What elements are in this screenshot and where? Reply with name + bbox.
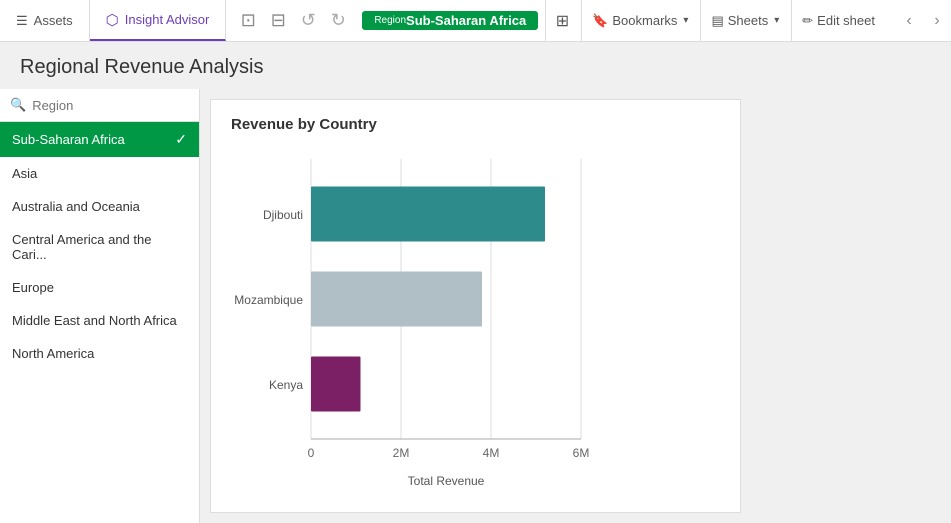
filter-label: Region — [374, 15, 406, 26]
region-item[interactable]: Middle East and North Africa — [0, 304, 199, 337]
region-item-label: Central America and the Cari... — [12, 232, 187, 262]
sheets-chevron-icon: ▾ — [774, 15, 779, 26]
region-item[interactable]: Europe — [0, 271, 199, 304]
redo-button[interactable]: ↻ — [324, 7, 352, 35]
svg-text:Kenya: Kenya — [269, 378, 303, 392]
search-bar: 🔍 — [0, 89, 199, 122]
prev-page-button[interactable]: ‹ — [895, 7, 923, 35]
region-item-label: Australia and Oceania — [12, 199, 140, 214]
sheets-label: Sheets — [728, 13, 768, 28]
svg-text:0: 0 — [308, 446, 315, 460]
main-content: 🔍 Sub-Saharan Africa ✓ Asia Australia and O… — [0, 89, 951, 523]
bookmarks-label: Bookmarks — [612, 13, 677, 28]
page-title: Regional Revenue Analysis — [20, 56, 264, 79]
undo-button[interactable]: ↺ — [294, 7, 322, 35]
svg-text:Total Revenue: Total Revenue — [408, 474, 485, 488]
chart-area: Revenue by Country Djibouti Mozambique Ken… — [210, 99, 741, 513]
bar-chart-container: Djibouti Mozambique Kenya 0 2M 4M 6M Total Reve… — [231, 149, 720, 499]
region-item-label: Europe — [12, 280, 54, 295]
right-space — [751, 89, 951, 523]
page-header: Regional Revenue Analysis — [0, 42, 951, 89]
bookmark-icon: 🔖 — [592, 13, 608, 29]
tab-insight-advisor[interactable]: ⬡ Insight Advisor — [90, 0, 227, 41]
next-page-button[interactable]: › — [923, 7, 951, 35]
grid-button[interactable]: ⊞ — [545, 0, 579, 42]
chart-title: Revenue by Country — [231, 116, 720, 133]
region-list: Sub-Saharan Africa ✓ Asia Australia and Oce… — [0, 122, 199, 523]
search-icon: 🔍 — [10, 97, 26, 113]
svg-text:Djibouti: Djibouti — [263, 208, 303, 222]
check-icon: ✓ — [175, 131, 187, 148]
sheets-button[interactable]: ▤ Sheets ▾ — [700, 0, 789, 42]
region-item-label: Asia — [12, 166, 37, 181]
assets-label: Assets — [34, 13, 73, 28]
insight-icon: ⬡ — [106, 11, 119, 29]
region-item[interactable]: North America — [0, 337, 199, 370]
toolbar-icons: ⊡ ⊟ ↺ ↻ — [234, 7, 352, 35]
region-item-label: Middle East and North Africa — [12, 313, 177, 328]
lasso-button[interactable]: ⊟ — [264, 7, 292, 35]
page-nav: ‹ › — [895, 7, 951, 35]
sheets-icon: ▤ — [711, 13, 723, 29]
edit-sheet-button[interactable]: ✏ Edit sheet — [791, 0, 885, 42]
svg-text:2M: 2M — [393, 446, 410, 460]
bookmarks-button[interactable]: 🔖 Bookmarks ▾ — [581, 0, 698, 42]
grid-icon: ⊞ — [556, 11, 569, 31]
bookmarks-chevron-icon: ▾ — [683, 15, 688, 26]
assets-icon: ☰ — [16, 13, 28, 29]
topbar: ☰ Assets ⬡ Insight Advisor ⊡ ⊟ ↺ ↻ Regio… — [0, 0, 951, 42]
svg-text:Mozambique: Mozambique — [234, 293, 303, 307]
svg-text:4M: 4M — [483, 446, 500, 460]
insight-advisor-label: Insight Advisor — [125, 12, 210, 27]
svg-text:6M: 6M — [573, 446, 590, 460]
select-rect-button[interactable]: ⊡ — [234, 7, 262, 35]
region-item-label: North America — [12, 346, 94, 361]
filter-value: Sub-Saharan Africa — [406, 13, 526, 28]
search-input[interactable] — [32, 98, 189, 113]
active-filter-chip[interactable]: Region Sub-Saharan Africa — [362, 11, 538, 30]
edit-icon: ✏ — [802, 13, 813, 29]
region-item[interactable]: Asia — [0, 157, 199, 190]
edit-sheet-label: Edit sheet — [817, 13, 875, 28]
region-item[interactable]: Australia and Oceania — [0, 190, 199, 223]
region-item[interactable]: Central America and the Cari... — [0, 223, 199, 271]
region-item[interactable]: Sub-Saharan Africa ✓ — [0, 122, 199, 157]
left-panel: 🔍 Sub-Saharan Africa ✓ Asia Australia and O… — [0, 89, 200, 523]
tab-assets[interactable]: ☰ Assets — [0, 0, 90, 41]
region-item-label: Sub-Saharan Africa — [12, 132, 125, 147]
topbar-right-icons: ⊞ 🔖 Bookmarks ▾ ▤ Sheets ▾ ✏ Edit sheet … — [545, 0, 951, 42]
